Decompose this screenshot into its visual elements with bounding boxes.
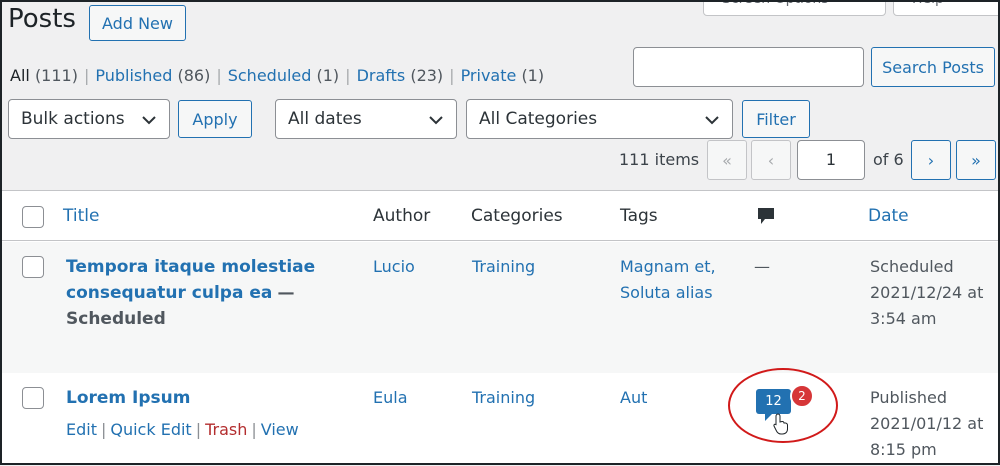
post-state: Scheduled [66, 309, 166, 329]
bulk-actions-select[interactable]: Bulk actions [8, 99, 170, 139]
separator: | [83, 66, 90, 85]
table-row: Tempora itaque molestiae consequatur cul… [2, 242, 998, 373]
date-value: 2021/01/12 at [870, 414, 984, 433]
date-status: Published [870, 388, 948, 407]
separator: | [195, 420, 202, 439]
date-cell: Scheduled 2021/12/24 at 3:54 am [870, 254, 983, 332]
author-link[interactable]: Eula [373, 385, 408, 411]
title-dash: — [277, 283, 295, 303]
add-new-button[interactable]: Add New [89, 5, 186, 41]
tag-link[interactable]: Magnam et, [620, 254, 716, 280]
chevron-down-icon [705, 116, 719, 125]
column-author: Author [373, 206, 431, 226]
column-categories: Categories [471, 206, 563, 226]
tag-link[interactable]: Soluta alias [620, 280, 716, 306]
filter-all[interactable]: All (111) [10, 66, 78, 85]
posts-table: Title Author Categories Tags Date Tempor… [2, 190, 998, 465]
post-title-link-cont[interactable]: consequatur culpa ea [66, 283, 272, 303]
date-status: Scheduled [870, 257, 954, 276]
filter-drafts[interactable]: Drafts (23) [357, 66, 444, 85]
page-title: Posts [8, 4, 76, 34]
column-tags: Tags [620, 206, 658, 226]
date-time: 8:15 pm [870, 440, 937, 459]
category-link[interactable]: Training [472, 254, 535, 280]
chevron-down-icon [429, 116, 443, 125]
filter-scheduled[interactable]: Scheduled (1) [228, 66, 339, 85]
separator: | [216, 66, 222, 85]
table-row: Lorem Ipsum Edit | Quick Edit | Trash | View E… [2, 373, 998, 466]
select-all-checkbox[interactable] [22, 206, 44, 228]
previous-page-button[interactable]: ‹ [751, 140, 791, 180]
tag-link[interactable]: Aut [620, 385, 647, 411]
current-page-input[interactable]: 1 [797, 140, 865, 180]
screen-options-tab[interactable]: Screen Options [703, 0, 886, 16]
quick-edit-link[interactable]: Quick Edit [110, 420, 191, 439]
author-link[interactable]: Lucio [373, 254, 415, 280]
filter-button[interactable]: Filter [742, 100, 810, 138]
category-link[interactable]: Training [472, 385, 535, 411]
items-count: 111 items [619, 150, 700, 169]
date-time: 3:54 am [870, 309, 937, 328]
filter-private[interactable]: Private (1) [461, 66, 545, 85]
hand-cursor-icon [773, 413, 788, 435]
post-title-cell: Tempora itaque molestiae consequatur cul… [66, 254, 356, 332]
row-actions: Edit | Quick Edit | Trash | View [66, 417, 299, 443]
row-checkbox[interactable] [22, 387, 44, 409]
pending-comments-badge[interactable]: 2 [790, 384, 814, 408]
comments-none: — [754, 257, 770, 276]
view-link[interactable]: View [261, 420, 299, 439]
search-input[interactable] [633, 47, 864, 87]
tags-cell: Magnam et, Soluta alias [620, 254, 716, 306]
last-page-button[interactable]: » [956, 140, 996, 180]
post-title-link[interactable]: Tempora itaque molestiae [66, 254, 356, 280]
categories-select[interactable]: All Categories [466, 99, 733, 139]
categories-value: All Categories [479, 109, 598, 129]
next-page-button[interactable]: › [911, 140, 951, 180]
chevron-down-icon [142, 116, 156, 125]
filter-published[interactable]: Published (86) [95, 66, 210, 85]
approved-comments-bubble[interactable]: 12 [756, 389, 791, 421]
row-checkbox[interactable] [22, 256, 44, 278]
first-page-button[interactable]: « [707, 140, 747, 180]
help-tab[interactable]: Help [893, 0, 1000, 16]
date-value: 2021/12/24 at [870, 283, 984, 302]
dates-select[interactable]: All dates [275, 99, 457, 139]
post-title-link[interactable]: Lorem Ipsum [66, 385, 299, 411]
apply-button[interactable]: Apply [178, 100, 252, 138]
comment-icon[interactable] [757, 207, 775, 225]
separator: | [345, 66, 351, 85]
separator: | [251, 420, 257, 439]
dates-value: All dates [288, 109, 362, 129]
edit-link[interactable]: Edit [66, 420, 97, 439]
separator: | [449, 66, 455, 85]
bulk-actions-value: Bulk actions [21, 109, 125, 129]
search-posts-button[interactable]: Search Posts [871, 47, 995, 87]
total-pages: of 6 [873, 150, 904, 169]
post-status-filters: All (111) | Published (86) | Scheduled (1) | D… [10, 66, 544, 85]
post-title-cell: Lorem Ipsum Edit | Quick Edit | Trash | View [66, 385, 299, 443]
table-header: Title Author Categories Tags Date [2, 191, 998, 241]
separator: | [100, 420, 107, 439]
column-title[interactable]: Title [63, 206, 99, 226]
date-cell: Published 2021/01/12 at 8:15 pm [870, 385, 983, 463]
column-date[interactable]: Date [868, 206, 909, 226]
trash-link[interactable]: Trash [205, 420, 247, 439]
